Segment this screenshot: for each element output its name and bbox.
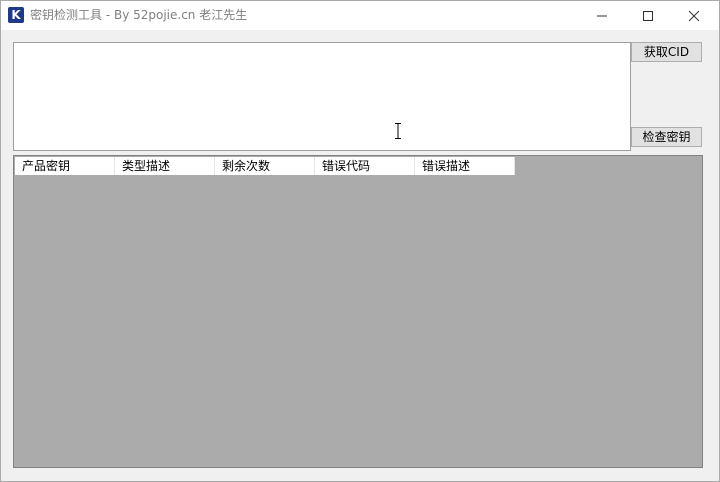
column-header-error-description[interactable]: 错误描述: [415, 157, 515, 175]
column-header-type-description[interactable]: 类型描述: [115, 157, 215, 175]
close-icon: [688, 10, 700, 22]
check-key-button[interactable]: 检查密钥: [631, 127, 702, 147]
app-logo-icon: K: [8, 7, 24, 23]
close-button[interactable]: [671, 1, 717, 30]
minimize-button[interactable]: [579, 1, 625, 30]
app-window: K 密钥检测工具 - By 52pojie.cn 老江先生 获取CID 检查密钥: [0, 0, 720, 482]
get-cid-button[interactable]: 获取CID: [631, 42, 702, 62]
window-title: 密钥检测工具 - By 52pojie.cn 老江先生: [30, 8, 248, 22]
maximize-button[interactable]: [625, 1, 671, 30]
column-header-error-code[interactable]: 错误代码: [315, 157, 415, 175]
results-list[interactable]: 产品密钥 类型描述 剩余次数 错误代码 错误描述: [13, 155, 703, 468]
column-header-remaining-count[interactable]: 剩余次数: [215, 157, 315, 175]
key-input-textarea[interactable]: [13, 42, 631, 151]
minimize-icon: [597, 15, 607, 17]
text-cursor-icon: [395, 123, 401, 139]
title-bar[interactable]: K 密钥检测工具 - By 52pojie.cn 老江先生: [1, 1, 719, 30]
column-header-product-key[interactable]: 产品密钥: [15, 157, 115, 175]
list-header: 产品密钥 类型描述 剩余次数 错误代码 错误描述: [15, 157, 515, 175]
maximize-icon: [643, 11, 653, 21]
